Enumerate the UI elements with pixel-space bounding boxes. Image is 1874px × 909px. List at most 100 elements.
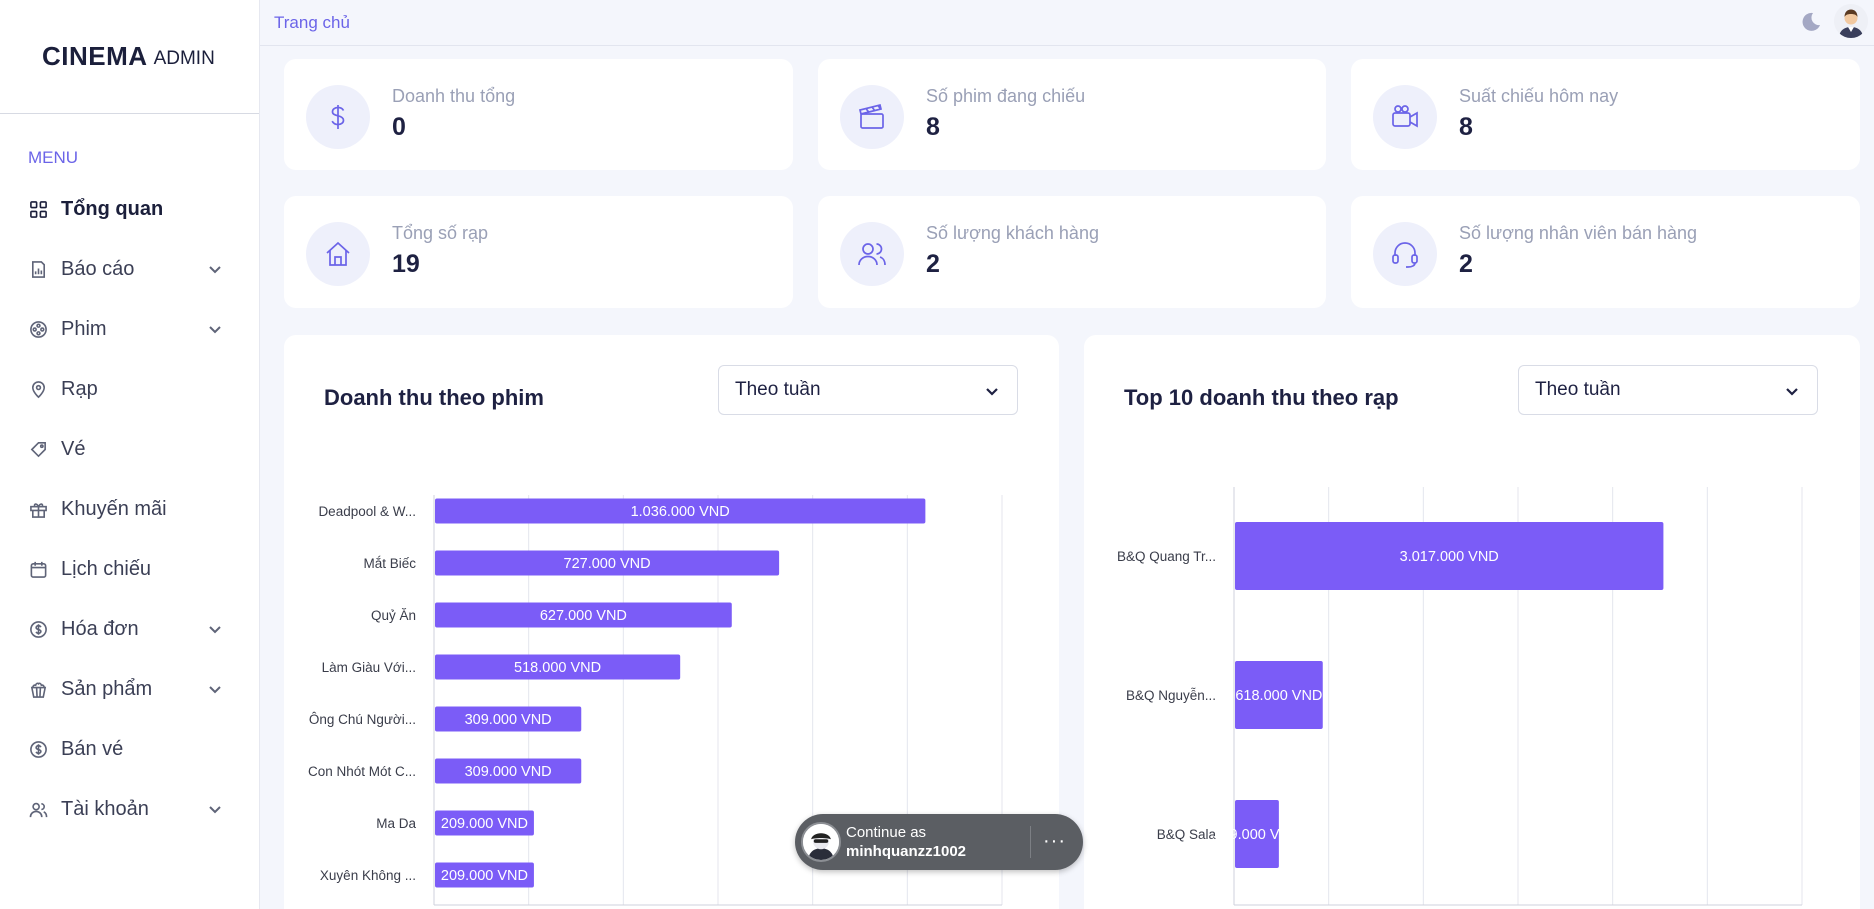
stat-value: 2: [926, 250, 940, 278]
topbar: Trang chủ: [260, 0, 1874, 46]
category-label: B&Q Sala: [1157, 827, 1217, 842]
chevron-down-icon[interactable]: [206, 260, 224, 278]
sidebar-item-tai-khoan[interactable]: Tài khoản: [0, 779, 260, 839]
location-pin-icon: [28, 379, 48, 399]
stat-title: Số lượng khách hàng: [926, 223, 1099, 243]
data-label: 618.000 VND: [1235, 688, 1322, 704]
data-label: 1.036.000 VND: [631, 504, 730, 520]
chevron-down-icon[interactable]: [206, 800, 224, 818]
dollar-icon: [306, 85, 370, 149]
category-label: Ma Da: [376, 816, 416, 831]
moon-icon[interactable]: [1798, 10, 1822, 34]
chart-top-cinemas: B&Q Quang Tr... 3.017.000 VND B&Q Nguyễn..…: [1117, 487, 1803, 906]
sidebar-item-label: Phim: [61, 317, 107, 340]
toast-line1: Continue as: [846, 824, 927, 841]
data-label: 309.000 VND: [1213, 827, 1300, 843]
sidebar-item-label: Khuyến mãi: [61, 497, 167, 520]
sidebar-item-label: Rạp: [61, 377, 98, 400]
sidebar-item-ban-ve[interactable]: Bán vé: [0, 719, 260, 779]
sidebar-item-tong-quan[interactable]: Tổng quan: [0, 179, 260, 239]
brand-sub: ADMIN: [153, 48, 215, 69]
stat-value: 8: [1459, 113, 1473, 141]
more-options-button[interactable]: ···: [1043, 831, 1066, 851]
data-label: 3.017.000 VND: [1400, 549, 1499, 565]
category-label: Deadpool & W...: [318, 504, 416, 519]
users-icon: [840, 222, 904, 286]
category-label: B&Q Quang Tr...: [1117, 549, 1216, 564]
chevron-down-icon[interactable]: [206, 620, 224, 638]
calendar-icon: [28, 559, 48, 579]
category-label: Xuyên Không ...: [320, 868, 416, 883]
stat-value: 2: [1459, 250, 1473, 278]
category-label: Quỷ Ăn: [371, 608, 416, 623]
stat-title: Tổng số rạp: [392, 223, 489, 243]
dollar-coin-icon: [28, 739, 48, 759]
data-label: 309.000 VND: [465, 764, 552, 780]
popcorn-icon: [28, 679, 48, 699]
invoice-icon: [28, 619, 48, 639]
sidebar-item-label: Bán vé: [61, 737, 124, 760]
stat-card-customers: Số lượng khách hàng 2: [818, 196, 1326, 308]
data-label: 727.000 VND: [564, 556, 651, 572]
sidebar-item-label: Tổng quan: [61, 197, 164, 220]
gift-icon: [28, 499, 48, 519]
panel-top-cinemas: Top 10 doanh thu theo rạp Theo tuần B&Q …: [1084, 335, 1860, 909]
sidebar-item-label: Báo cáo: [61, 257, 135, 280]
sidebar-item-label: Vé: [61, 437, 86, 460]
continue-as-toast[interactable]: Continue as minhquanzz1002 ···: [795, 814, 1083, 870]
data-label: 309.000 VND: [465, 712, 552, 728]
chevron-down-icon[interactable]: [206, 680, 224, 698]
grid-icon: [28, 199, 48, 219]
video-camera-icon: [1373, 85, 1437, 149]
chevron-down-icon[interactable]: [206, 320, 224, 338]
stat-title: Doanh thu tổng: [392, 86, 516, 106]
sidebar-item-san-pham[interactable]: Sản phẩm: [0, 659, 260, 719]
stat-title: Số phim đang chiếu: [926, 86, 1086, 106]
ticket-icon: [28, 439, 48, 459]
stat-card-total-cinemas: Tổng số rạp 19: [284, 196, 793, 308]
stat-title: Suất chiếu hôm nay: [1459, 86, 1619, 106]
sidebar-item-lich-chieu[interactable]: Lịch chiếu: [0, 539, 260, 599]
toast-divider: [1030, 826, 1031, 858]
sidebar-item-label: Hóa đơn: [61, 617, 139, 640]
category-label: Mắt Biếc: [363, 556, 416, 571]
home-icon: [306, 222, 370, 286]
report-icon: [28, 259, 48, 279]
stat-value: 0: [392, 113, 406, 141]
film-reel-icon: [28, 319, 48, 339]
category-label: Con Nhót Mót C...: [308, 764, 416, 779]
users-icon: [28, 799, 48, 819]
stat-value: 19: [392, 250, 420, 278]
category-label: Ông Chú Người...: [309, 712, 416, 727]
menu-heading: MENU: [28, 148, 79, 167]
sidebar-item-label: Tài khoản: [61, 797, 149, 820]
sidebar-item-khuyen-mai[interactable]: Khuyến mãi: [0, 479, 260, 539]
brand-name: CINEMA: [42, 41, 148, 71]
toast-username: minhquanzz1002: [846, 843, 967, 860]
sidebar-menu: Tổng quan Báo cáo Phim Rạp Vé Khuyến mãi…: [0, 179, 260, 839]
user-avatar: [801, 822, 841, 862]
sidebar-item-bao-cao[interactable]: Báo cáo: [0, 239, 260, 299]
stat-card-shows-today: Suất chiếu hôm nay 8: [1351, 59, 1860, 170]
sidebar-item-label: Sản phẩm: [61, 677, 153, 700]
stat-card-total-revenue: Doanh thu tổng 0: [284, 59, 793, 170]
stat-card-movies-showing: Số phim đang chiếu 8: [818, 59, 1326, 170]
sidebar-item-phim[interactable]: Phim: [0, 299, 260, 359]
category-label: B&Q Nguyễn...: [1126, 688, 1216, 703]
headset-icon: [1373, 222, 1437, 286]
breadcrumb[interactable]: Trang chủ: [274, 13, 350, 33]
stat-card-sales-staff: Số lượng nhân viên bán hàng 2: [1351, 196, 1860, 308]
data-label: 518.000 VND: [514, 660, 601, 676]
stat-value: 8: [926, 113, 940, 141]
sidebar-item-hoa-don[interactable]: Hóa đơn: [0, 599, 260, 659]
category-label: Làm Giàu Với...: [322, 660, 416, 675]
clapperboard-icon: [840, 85, 904, 149]
user-avatar[interactable]: [1834, 4, 1868, 38]
sidebar-item-label: Lịch chiếu: [61, 557, 152, 580]
sidebar-item-rap[interactable]: Rạp: [0, 359, 260, 419]
data-label: 209.000 VND: [441, 816, 528, 832]
sidebar-item-ve[interactable]: Vé: [0, 419, 260, 479]
stat-title: Số lượng nhân viên bán hàng: [1459, 223, 1698, 243]
sidebar: CINEMA ADMIN MENU Tổng quan Báo cáo Phim…: [0, 0, 260, 909]
logo[interactable]: CINEMA ADMIN: [0, 0, 259, 114]
